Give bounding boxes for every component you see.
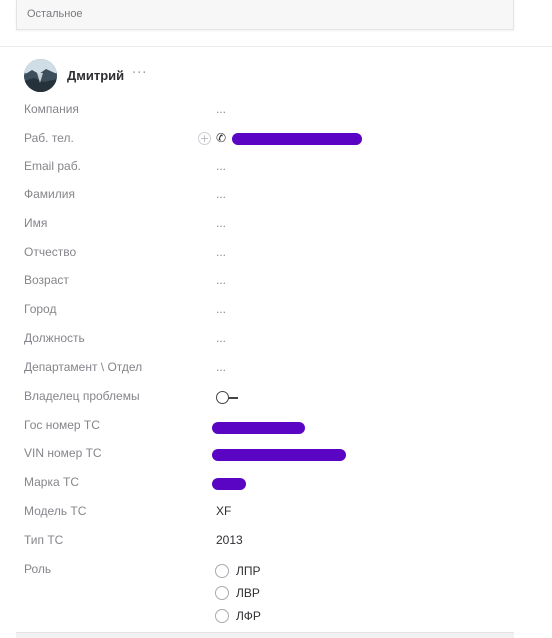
field-brand: Марка ТС	[24, 473, 524, 495]
field-value[interactable]: 2013	[216, 533, 243, 547]
field-vin: VIN номер ТС	[24, 444, 524, 466]
field-value[interactable]: ...	[216, 273, 226, 287]
field-label: Компания	[24, 102, 79, 116]
toggle-track	[228, 397, 238, 399]
field-first-name: Имя ...	[24, 214, 524, 236]
redacted-phone	[232, 133, 362, 145]
field-label: Отчество	[24, 245, 77, 259]
radio-button[interactable]	[215, 564, 229, 578]
field-value[interactable]: ...	[216, 187, 226, 201]
field-label: Владелец проблемы	[24, 389, 140, 403]
field-label: Гос номер ТС	[24, 418, 100, 432]
section-tab-label: Остальное	[27, 8, 83, 20]
field-label: Департамент \ Отдел	[24, 360, 143, 374]
field-value[interactable]: ...	[216, 245, 226, 259]
redacted-brand	[212, 478, 246, 490]
field-value[interactable]: ...	[216, 216, 226, 230]
field-vehicle-type: Тип ТС 2013	[24, 531, 524, 553]
field-role: Роль	[24, 560, 524, 582]
field-label: Марка ТС	[24, 475, 79, 489]
field-company: Компания ...	[24, 100, 524, 122]
field-label: Роль	[24, 562, 52, 576]
radio-label: ЛФР	[236, 609, 261, 623]
field-plate-number: Гос номер ТС	[24, 416, 524, 438]
toggle-icon[interactable]	[216, 391, 240, 405]
bottom-section-edge	[16, 632, 514, 638]
divider	[0, 46, 552, 47]
field-label: Фамилия	[24, 187, 75, 201]
field-label: Модель ТС	[24, 504, 87, 518]
avatar[interactable]	[24, 59, 57, 92]
radio-label: ЛПР	[236, 564, 261, 578]
phone-icon: ✆	[216, 131, 227, 145]
field-value[interactable]: ...	[216, 331, 226, 345]
field-model: Модель ТС XF	[24, 502, 524, 524]
field-label: Возраст	[24, 273, 69, 287]
field-value[interactable]: ...	[216, 102, 226, 116]
field-label: Имя	[24, 216, 48, 230]
field-patronymic: Отчество ...	[24, 243, 524, 265]
field-department: Департамент \ Отдел ...	[24, 358, 524, 380]
field-label: Раб. тел.	[24, 131, 74, 145]
field-work-email: Email раб. ...	[24, 157, 524, 179]
field-last-name: Фамилия ...	[24, 185, 524, 207]
redacted-vin	[212, 449, 346, 461]
redacted-plate-number	[212, 422, 305, 434]
field-label: Город	[24, 302, 57, 316]
field-label: Email раб.	[24, 159, 81, 173]
avatar-image	[24, 59, 57, 92]
field-value[interactable]: XF	[216, 504, 231, 518]
field-value[interactable]: ...	[216, 159, 226, 173]
radio-button[interactable]	[215, 609, 229, 623]
field-age: Возраст ...	[24, 271, 524, 293]
field-city: Город ...	[24, 300, 524, 322]
field-label: Тип ТС	[24, 533, 64, 547]
radio-button[interactable]	[215, 586, 229, 600]
contact-name[interactable]: Дмитрий	[67, 68, 124, 83]
field-label: Должность	[24, 331, 85, 345]
field-value[interactable]: ...	[216, 360, 226, 374]
field-value[interactable]: ...	[216, 302, 226, 316]
plus-circle-icon[interactable]: +	[198, 132, 211, 145]
field-problem-owner: Владелец проблемы	[24, 387, 524, 409]
more-options-icon[interactable]: ···	[132, 66, 147, 81]
field-position: Должность ...	[24, 329, 524, 351]
radio-label: ЛВР	[236, 586, 260, 600]
section-tab-other[interactable]: Остальное	[16, 0, 514, 30]
field-label: VIN номер ТС	[24, 446, 102, 460]
field-work-phone: Раб. тел. + ✆	[24, 129, 524, 151]
